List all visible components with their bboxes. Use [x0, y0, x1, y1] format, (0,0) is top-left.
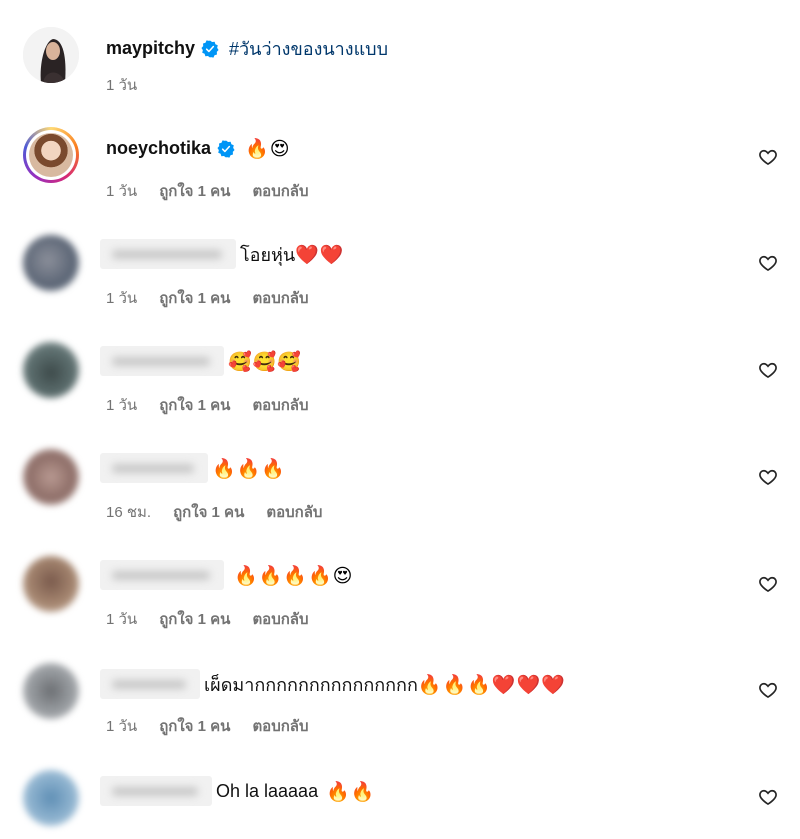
commenter-avatar[interactable]	[23, 556, 79, 612]
comment-item: noeychotika 🔥😍 1 วัน ถูกใจ 1 คน ตอบกลับ	[0, 107, 800, 214]
heart-outline-icon[interactable]	[758, 147, 778, 167]
comment-reply-button[interactable]: ตอบกลับ	[266, 500, 322, 524]
commenter-avatar-story-ring[interactable]	[23, 127, 79, 183]
commenter-username-blurred[interactable]	[100, 239, 236, 269]
comment-reply-button[interactable]: ตอบกลับ	[252, 286, 308, 310]
comment-like-count[interactable]: ถูกใจ 1 คน	[159, 393, 230, 417]
comment-emoji: 🔥🔥	[326, 780, 376, 803]
heart-outline-icon[interactable]	[758, 680, 778, 700]
heart-outline-icon[interactable]	[758, 467, 778, 487]
comment-reply-button[interactable]: ตอบกลับ	[252, 607, 308, 631]
heart-outline-icon[interactable]	[758, 253, 778, 273]
comment-text: Oh la laaaaa	[216, 780, 319, 801]
comment-emoji: 🥰🥰🥰	[228, 350, 302, 373]
post-caption-row: maypitchy #วันว่างของนางแบบ 1 วัน	[0, 0, 800, 107]
comment-timestamp[interactable]: 1 วัน	[106, 714, 137, 738]
heart-outline-icon[interactable]	[758, 360, 778, 380]
commenter-username-blurred[interactable]	[100, 346, 224, 376]
comment-like-count[interactable]: ถูกใจ 1 คน	[159, 179, 230, 203]
commenter-avatar[interactable]	[23, 663, 79, 719]
comment-item: 🔥🔥🔥 16 ชม. ถูกใจ 1 คน ตอบกลับ	[0, 428, 800, 535]
commenter-avatar[interactable]	[23, 770, 79, 826]
comment-item: 🥰🥰🥰 1 วัน ถูกใจ 1 คน ตอบกลับ	[0, 321, 800, 428]
comment-like-count[interactable]: ถูกใจ 1 คน	[159, 607, 230, 631]
comment-timestamp[interactable]: 1 วัน	[106, 607, 137, 631]
comment-reply-button[interactable]: ตอบกลับ	[252, 393, 308, 417]
post-timestamp[interactable]: 1 วัน	[106, 73, 137, 97]
commenter-username-blurred[interactable]	[100, 560, 224, 590]
comment-emoji: 🔥🔥🔥	[212, 457, 286, 480]
comment-like-count[interactable]: ถูกใจ 1 คน	[159, 286, 230, 310]
comment-emoji: 🔥🔥🔥❤️❤️❤️	[417, 673, 566, 696]
commenter-avatar[interactable]	[23, 342, 79, 398]
commenter-username[interactable]: noeychotika	[106, 138, 211, 159]
verified-badge-icon	[217, 139, 235, 158]
commenter-avatar[interactable]	[23, 449, 79, 505]
heart-outline-icon[interactable]	[758, 574, 778, 594]
comment-timestamp[interactable]: 16 ชม.	[106, 500, 151, 524]
heart-outline-icon[interactable]	[758, 787, 778, 807]
comment-text: โอยหุ่น	[240, 244, 296, 265]
comment-item: 🔥🔥🔥🔥😍 1 วัน ถูกใจ 1 คน ตอบกลับ	[0, 535, 800, 642]
comment-emoji: 🔥😍	[245, 138, 291, 160]
commenter-avatar[interactable]	[23, 235, 79, 291]
comment-item: Oh la laaaaa 🔥🔥	[0, 749, 800, 839]
comment-item: โอยหุ่น ❤️❤️ 1 วัน ถูกใจ 1 คน ตอบกลับ	[0, 214, 800, 321]
verified-badge-icon	[201, 39, 219, 58]
commenter-username-blurred[interactable]	[100, 776, 212, 806]
comment-reply-button[interactable]: ตอบกลับ	[252, 179, 308, 203]
comment-emoji: 🔥🔥🔥🔥😍	[234, 564, 354, 587]
post-author-username[interactable]: maypitchy	[106, 38, 195, 59]
commenter-username-blurred[interactable]	[100, 669, 200, 699]
comment-like-count[interactable]: ถูกใจ 1 คน	[159, 714, 230, 738]
commenter-username-blurred[interactable]	[100, 453, 208, 483]
comment-timestamp[interactable]: 1 วัน	[106, 179, 137, 203]
post-caption-hashtag[interactable]: #วันว่างของนางแบบ	[229, 34, 388, 63]
comment-like-count[interactable]: ถูกใจ 1 คน	[173, 500, 244, 524]
post-author-avatar[interactable]	[23, 27, 79, 83]
comment-timestamp[interactable]: 1 วัน	[106, 286, 137, 310]
comment-item: เผ็ดมากกกกกกกกกกกกกกก 🔥🔥🔥❤️❤️❤️ 1 วัน ถู…	[0, 642, 800, 749]
comment-timestamp[interactable]: 1 วัน	[106, 393, 137, 417]
comment-emoji: ❤️❤️	[295, 243, 345, 266]
comment-reply-button[interactable]: ตอบกลับ	[252, 714, 308, 738]
comment-text: เผ็ดมากกกกกกกกกกกกกกก	[204, 674, 418, 695]
